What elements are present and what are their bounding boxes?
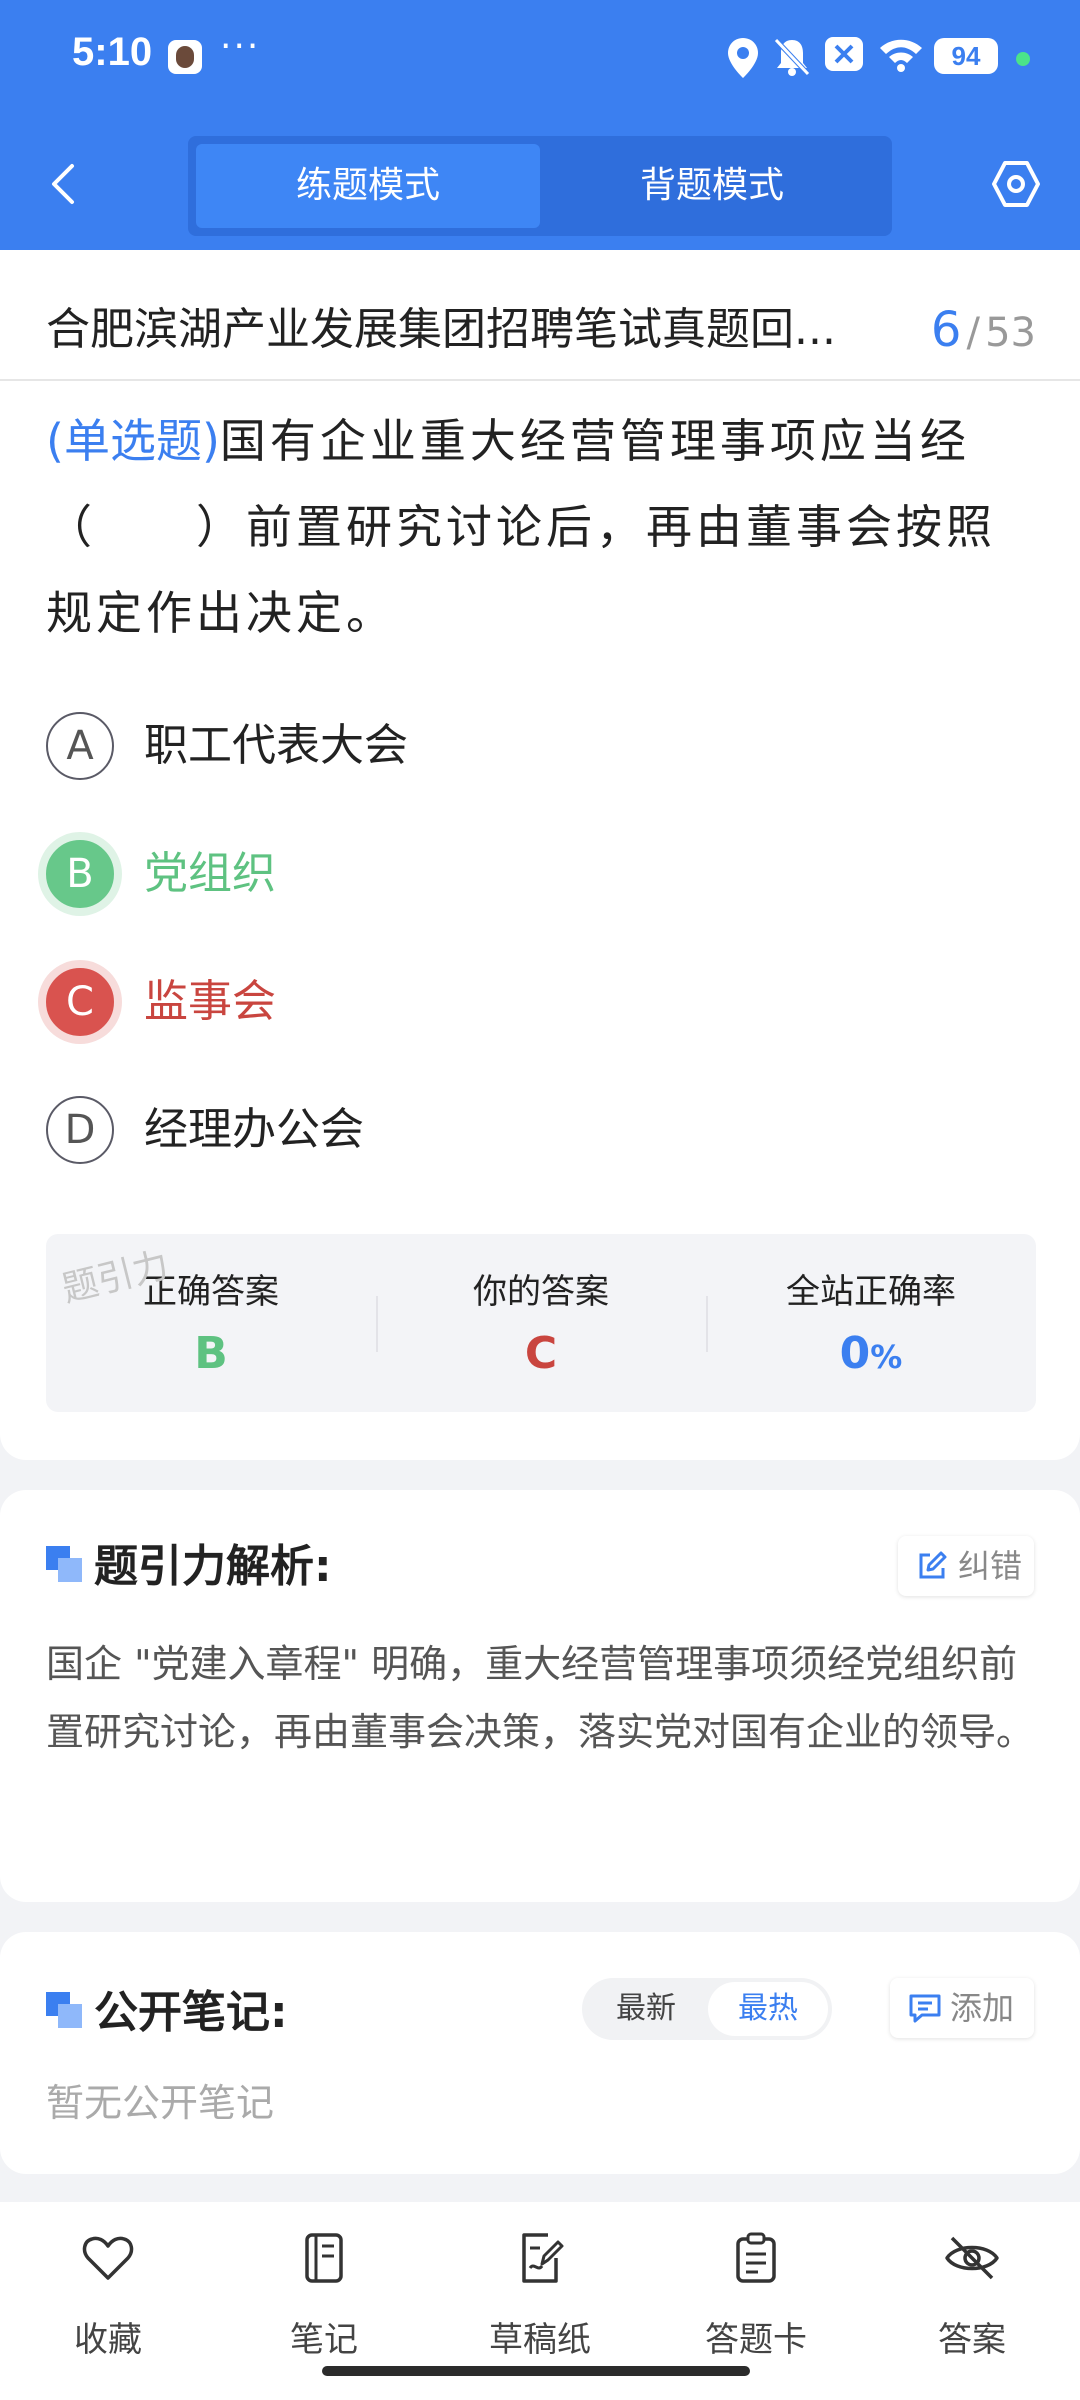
mode-switch: 练题模式 背题模式	[188, 136, 892, 236]
your-answer-column: 你的答案 C	[376, 1234, 706, 1412]
add-note-label: 添加	[950, 1989, 1015, 2027]
heart-icon	[82, 2236, 134, 2280]
top-bar: 5:10 ··· 94 练题模式 背题模式	[0, 0, 1080, 250]
home-indicator[interactable]	[322, 2366, 750, 2376]
your-answer-value: C	[524, 1328, 558, 1379]
report-error-label: 纠错	[958, 1547, 1023, 1585]
option-text: 经理办公会	[144, 1104, 364, 1155]
counter-separator: /	[966, 310, 980, 356]
option-c[interactable]: C 监事会	[46, 966, 946, 1042]
sort-latest-tab[interactable]: 最新	[586, 1982, 706, 2036]
analysis-card: 题引力解析: 纠错 国企 "党建入章程" 明确，重大经营管理事项须经党组织前置研…	[0, 1490, 1080, 1902]
option-text: 监事会	[144, 976, 276, 1027]
paper-header: 合肥滨湖产业发展集团招聘笔试真题回... 6 / 53	[46, 290, 1036, 370]
question-type: (单选题)	[46, 414, 220, 468]
paper-title[interactable]: 合肥滨湖产业发展集团招聘笔试真题回...	[46, 290, 836, 370]
site-accuracy-column: 全站正确率 0%	[706, 1234, 1036, 1412]
draft-paper-button[interactable]: 草稿纸	[440, 2222, 640, 2362]
comment-icon	[909, 1994, 941, 2023]
section-square-icon	[46, 1992, 82, 2028]
notes-button[interactable]: 笔记	[224, 2222, 424, 2362]
clipboard-icon	[736, 2232, 776, 2283]
option-d[interactable]: D 经理办公会	[46, 1094, 946, 1170]
option-a[interactable]: A 职工代表大会	[46, 710, 946, 786]
divider	[0, 379, 1080, 381]
empty-notes-text: 暂无公开笔记	[46, 2081, 275, 2125]
status-bar: 5:10 ··· 94	[0, 0, 1080, 118]
accuracy-unit: %	[870, 1338, 903, 1376]
current-question-number: 6	[930, 302, 962, 358]
more-notifications-icon: ···	[220, 26, 261, 67]
analysis-title: 题引力解析:	[94, 1541, 332, 1592]
nav-label: 收藏	[74, 2320, 142, 2360]
wifi-icon	[880, 39, 922, 72]
nav-label: 答题卡	[705, 2320, 807, 2360]
nav-label: 草稿纸	[489, 2320, 591, 2360]
option-letter: C	[46, 968, 114, 1036]
accuracy-number: 0	[839, 1328, 871, 1379]
charging-dot-icon	[1016, 52, 1030, 66]
notebook-icon	[305, 2233, 343, 2283]
settings-icon[interactable]	[990, 158, 1042, 210]
status-time: 5:10	[72, 30, 153, 74]
tab-memorize-mode[interactable]: 背题模式	[540, 144, 884, 228]
section-square-icon	[46, 1546, 82, 1582]
add-note-button[interactable]: 添加	[890, 1978, 1034, 2038]
question-card: 合肥滨湖产业发展集团招聘笔试真题回... 6 / 53 (单选题)国有企业重大经…	[0, 250, 1080, 1460]
mute-bell-icon	[774, 38, 810, 76]
question-stem: (单选题)国有企业重大经营管理事项应当经（ ）前置研究讨论后，再由董事会按照规定…	[46, 398, 1036, 656]
option-b[interactable]: B 党组织	[46, 838, 946, 914]
option-letter: D	[46, 1096, 114, 1164]
site-accuracy-label: 全站正确率	[786, 1272, 956, 1312]
public-notes-title: 公开笔记:	[94, 1987, 288, 2038]
question-counter[interactable]: 6 / 53	[931, 290, 1036, 381]
draft-icon	[522, 2233, 564, 2283]
public-notes-card: 公开笔记: 最新 最热 添加 暂无公开笔记	[0, 1932, 1080, 2174]
option-text: 党组织	[144, 848, 276, 899]
nav-label: 笔记	[290, 2320, 358, 2360]
option-text: 职工代表大会	[144, 720, 408, 771]
total-question-count: 53	[985, 310, 1036, 356]
option-letter: B	[46, 840, 114, 908]
tab-practice-mode[interactable]: 练题模式	[196, 144, 540, 228]
option-letter: A	[46, 712, 114, 780]
sort-hot-tab[interactable]: 最热	[708, 1982, 828, 2036]
correct-answer-value: B	[194, 1328, 228, 1379]
edit-icon	[919, 1551, 947, 1579]
location-icon	[728, 38, 758, 78]
favorite-button[interactable]: 收藏	[8, 2222, 208, 2362]
show-answer-button[interactable]: 答案	[872, 2222, 1072, 2362]
notes-sort-switch: 最新 最热	[582, 1978, 832, 2040]
your-answer-label: 你的答案	[473, 1272, 609, 1312]
notification-avatar-icon	[168, 40, 202, 74]
answer-result-panel: 正确答案 B 你的答案 C 全站正确率 0%	[46, 1234, 1036, 1412]
site-accuracy-value: 0%	[706, 1328, 1036, 1379]
battery-level: 94	[934, 38, 998, 74]
answer-sheet-button[interactable]: 答题卡	[656, 2222, 856, 2362]
nav-label: 答案	[938, 2320, 1006, 2360]
report-error-button[interactable]: 纠错	[898, 1536, 1034, 1596]
close-badge-icon	[825, 37, 863, 71]
analysis-text: 国企 "党建入章程" 明确，重大经营管理事项须经党组织前置研究讨论，再由董事会决…	[46, 1642, 1035, 1754]
back-icon[interactable]	[40, 160, 88, 208]
eye-off-icon	[945, 2236, 999, 2280]
